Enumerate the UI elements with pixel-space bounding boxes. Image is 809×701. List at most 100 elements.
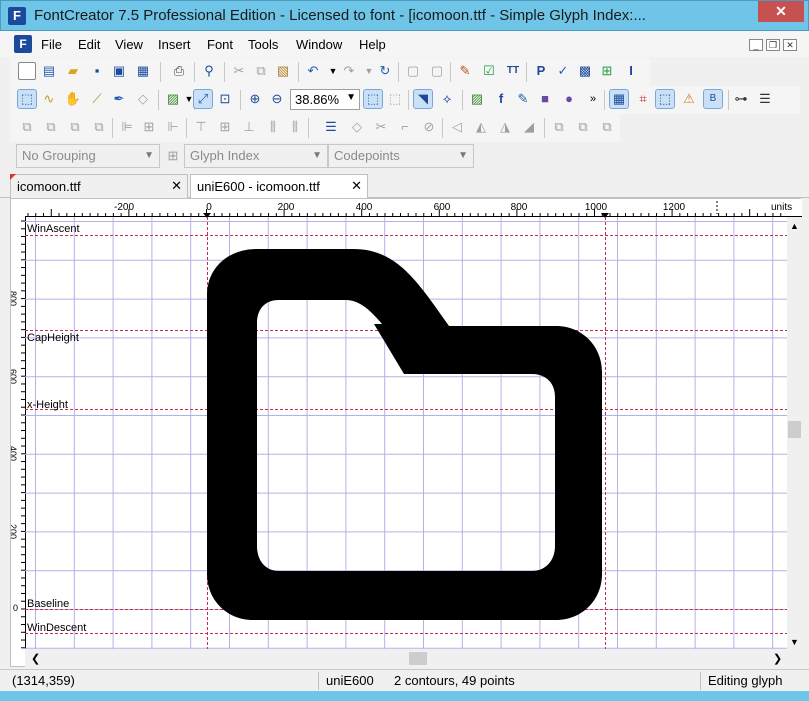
vertical-scroll-thumb[interactable] (788, 421, 801, 438)
zoom-selection-icon[interactable]: ⊡ (216, 90, 234, 108)
menu-tools[interactable]: Tools (248, 37, 278, 52)
zoom-fit-icon[interactable]: ⤢ (193, 89, 213, 109)
flip-icon[interactable]: ◭ (472, 118, 490, 136)
save-all-icon[interactable]: ▣ (110, 62, 128, 80)
hint-icon[interactable]: ⊞ (598, 62, 616, 80)
open-folder-icon[interactable]: ▰ (64, 62, 82, 80)
print-icon[interactable]: ⎙ (170, 62, 188, 80)
intersect-icon[interactable]: ⧉ (574, 118, 592, 136)
bounding-box-icon[interactable]: B (703, 89, 723, 109)
align-4-icon[interactable]: ⧉ (90, 118, 108, 136)
pointer-icon[interactable]: ◥ (413, 89, 433, 109)
scroll-right-icon[interactable]: ❯ (773, 653, 782, 665)
menu-file[interactable]: File (41, 37, 62, 52)
align-2-icon[interactable]: ⧉ (42, 118, 60, 136)
zoom-in-icon[interactable]: ⊕ (246, 90, 264, 108)
app-icon[interactable]: F (8, 7, 26, 25)
minimize-document-icon[interactable]: _ (749, 39, 763, 51)
restore-document-icon[interactable]: ❐ (766, 39, 780, 51)
glyph-canvas[interactable]: units -200 0 200 400 600 800 1000 1200 8… (11, 199, 802, 668)
glyph-editor[interactable]: units -200 0 200 400 600 800 1000 1200 8… (10, 198, 802, 668)
glyph-outline[interactable] (207, 249, 602, 620)
close-document-icon[interactable]: ✕ (783, 39, 797, 51)
scroll-up-icon[interactable]: ▲ (790, 221, 799, 231)
menu-edit[interactable]: Edit (78, 37, 100, 52)
menu-font[interactable]: Font (207, 37, 233, 52)
subtract-icon[interactable]: ⧉ (598, 118, 616, 136)
layers-icon[interactable]: ☰ (756, 90, 774, 108)
more-icon[interactable]: » (584, 90, 602, 108)
close-tab-icon[interactable]: ✕ (351, 178, 362, 194)
redo-icon[interactable]: ↷ (340, 62, 358, 80)
brush-icon[interactable]: ✎ (514, 90, 532, 108)
knife-icon[interactable]: ⌐ (396, 118, 414, 136)
zoom-out-icon[interactable]: ⊖ (268, 90, 286, 108)
font-image-icon[interactable]: f (492, 90, 510, 108)
pen-icon[interactable]: ✒ (110, 90, 128, 108)
save-icon[interactable]: ▪ (88, 62, 106, 80)
menu-window[interactable]: Window (296, 37, 342, 52)
validate-icon[interactable]: ✎ (456, 62, 474, 80)
cut-icon[interactable]: ✂ (230, 62, 248, 80)
union-icon[interactable]: ⧉ (550, 118, 568, 136)
tree-icon[interactable]: ⊶ (732, 90, 750, 108)
align-bottom-icon[interactable]: ⊥ (240, 118, 258, 136)
sort-select[interactable]: Glyph Index ▼ (184, 144, 328, 168)
checkmark-icon[interactable]: ✓ (554, 62, 572, 80)
properties-icon[interactable]: ▢ (404, 62, 422, 80)
copy-icon[interactable]: ⧉ (252, 62, 270, 80)
find-icon[interactable]: ⚲ (200, 62, 218, 80)
rotate-icon[interactable]: ◁ (448, 118, 466, 136)
measure-icon[interactable]: ⟋ (88, 90, 106, 108)
skew-icon[interactable]: ◮ (496, 118, 514, 136)
list-icon[interactable]: ☰ (322, 118, 340, 136)
tab-icomoon[interactable]: icomoon.ttf ✕ (10, 174, 188, 198)
undo-icon[interactable]: ↶ (304, 62, 322, 80)
zoom-previous-icon[interactable]: ⬚ (386, 90, 404, 108)
align-middle-icon[interactable]: ⊞ (216, 118, 234, 136)
scale-icon[interactable]: ◢ (520, 118, 538, 136)
lasso-icon[interactable]: ∿ (40, 90, 58, 108)
check-icon[interactable]: ☑ (480, 62, 498, 80)
nodes-icon[interactable]: ⟡ (438, 90, 456, 108)
eraser-icon[interactable]: ◇ (134, 90, 152, 108)
export-icon[interactable]: ▦ (134, 62, 152, 80)
align-top-icon[interactable]: ⊤ (192, 118, 210, 136)
align-left-icon[interactable]: ⊫ (118, 118, 136, 136)
menu-help[interactable]: Help (359, 37, 386, 52)
rectangle-icon[interactable]: ■ (536, 90, 554, 108)
zoom-select[interactable]: 38.86% ▼ (290, 89, 360, 110)
grouping-select[interactable]: No Grouping ▼ (16, 144, 160, 168)
document-icon[interactable]: F (14, 35, 32, 53)
ellipse-icon[interactable]: ● (560, 90, 578, 108)
distribute-icon[interactable]: ⫼ (264, 118, 282, 136)
insert-glyph-icon[interactable]: I (622, 62, 640, 80)
sort-icon[interactable]: ⊞ (164, 147, 182, 165)
tab-unie600[interactable]: uniE600 - icomoon.ttf ✕ (190, 174, 368, 199)
glyph-properties-icon[interactable]: ▢ (428, 62, 446, 80)
metrics-icon[interactable]: ⬚ (655, 89, 675, 109)
refresh-icon[interactable]: ↻ (376, 62, 394, 80)
snap-icon[interactable]: ⚠ (680, 90, 698, 108)
break-icon[interactable]: ⊘ (420, 118, 438, 136)
new-window-icon[interactable]: ▤ (40, 62, 58, 80)
background-image-icon[interactable]: ▨ (468, 90, 486, 108)
scroll-down-icon[interactable]: ▼ (790, 637, 799, 647)
truetype-icon[interactable]: TT (504, 62, 522, 80)
align-center-icon[interactable]: ⊞ (140, 118, 158, 136)
scroll-left-icon[interactable]: ❮ (31, 653, 40, 665)
scissors-icon[interactable]: ✂ (372, 118, 390, 136)
align-3-icon[interactable]: ⧉ (66, 118, 84, 136)
guidelines-icon[interactable]: ⌗ (634, 90, 652, 108)
menu-insert[interactable]: Insert (158, 37, 191, 52)
align-icon[interactable]: ⧉ (18, 118, 36, 136)
select-icon[interactable]: ⬚ (17, 89, 37, 109)
close-tab-icon[interactable]: ✕ (171, 178, 182, 194)
preview-icon[interactable]: P (532, 62, 550, 80)
menu-view[interactable]: View (115, 37, 143, 52)
distribute-2-icon[interactable]: ⫼ (286, 118, 304, 136)
test-icon[interactable]: ▩ (576, 62, 594, 80)
new-icon[interactable] (18, 62, 36, 80)
hand-icon[interactable]: ✋ (64, 90, 82, 108)
paste-icon[interactable]: ▧ (274, 62, 292, 80)
